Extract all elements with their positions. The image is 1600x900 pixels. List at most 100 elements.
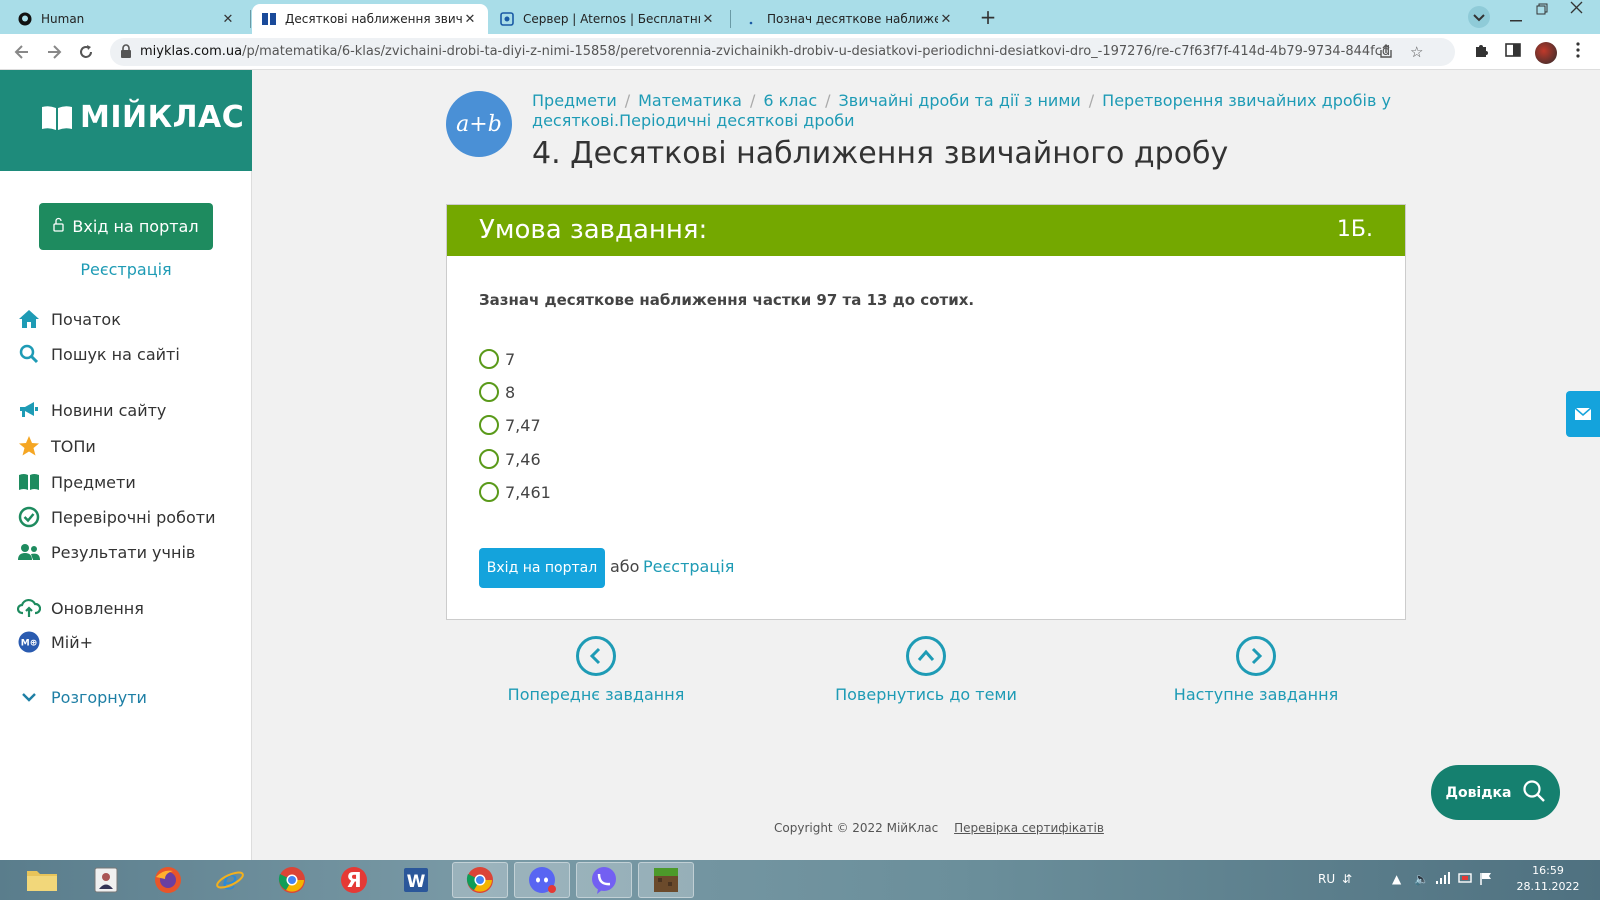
tab-search-icon[interactable] bbox=[1468, 6, 1490, 32]
task-points: 1Б. bbox=[1336, 217, 1373, 242]
bookmark-star-icon[interactable]: ☆ bbox=[1410, 43, 1423, 61]
chrome-active-icon[interactable] bbox=[452, 862, 508, 898]
answer-option[interactable]: 7 bbox=[479, 348, 515, 370]
sidebar-item-label: Пошук на сайті bbox=[51, 344, 180, 364]
close-icon[interactable]: ✕ bbox=[220, 12, 236, 27]
prev-task-button[interactable] bbox=[576, 636, 616, 676]
radio-button[interactable] bbox=[479, 349, 499, 369]
copyright-text: Copyright © 2022 МійКлас bbox=[774, 821, 939, 835]
user-app-icon[interactable] bbox=[78, 862, 134, 898]
close-window-icon[interactable] bbox=[1570, 1, 1583, 18]
prev-task-link[interactable]: Попереднє завдання bbox=[486, 685, 706, 704]
back-to-topic-link[interactable]: Повернутись до теми bbox=[816, 685, 1036, 704]
back-icon[interactable] bbox=[10, 40, 34, 64]
clock-time: 16:59 bbox=[1532, 864, 1564, 877]
close-icon[interactable]: ✕ bbox=[462, 12, 478, 27]
close-icon[interactable]: ✕ bbox=[938, 12, 954, 27]
sidebar-item-results[interactable]: Результати учнів bbox=[17, 540, 195, 564]
sidebar-item-news[interactable]: Новини сайту bbox=[17, 398, 166, 422]
sidebar-item-home[interactable]: Початок bbox=[17, 307, 121, 331]
breadcrumb-item[interactable]: 6 клас bbox=[763, 91, 817, 110]
sidebar-item-label: Оновлення bbox=[51, 598, 144, 618]
breadcrumb-item[interactable]: Математика bbox=[638, 91, 742, 110]
task-card: Умова завдання: 1Б. Зазнач десяткове наб… bbox=[446, 204, 1406, 620]
register-link-task[interactable]: Реєстрація bbox=[643, 557, 734, 576]
login-portal-button[interactable]: Вхід на портал bbox=[39, 203, 213, 250]
help-button[interactable]: Довідка bbox=[1431, 765, 1560, 820]
search-icon bbox=[17, 342, 41, 366]
radio-button[interactable] bbox=[479, 482, 499, 502]
url-field[interactable]: miyklas.com.ua/p/matematika/6-klas/zvich… bbox=[110, 38, 1455, 66]
internet-explorer-icon[interactable]: e bbox=[202, 862, 258, 898]
tab-aternos[interactable]: Сервер | Aternos | Бесплатный с ✕ bbox=[490, 4, 726, 34]
login-portal-button-task[interactable]: Вхід на портал bbox=[479, 548, 605, 588]
breadcrumb-item[interactable]: Предмети bbox=[532, 91, 617, 110]
minimize-icon[interactable] bbox=[1510, 10, 1522, 26]
yandex-browser-icon[interactable]: Я bbox=[326, 862, 382, 898]
book-icon bbox=[262, 12, 276, 26]
certificate-check-link[interactable]: Перевірка сертифікатів bbox=[954, 821, 1104, 835]
minecraft-icon[interactable] bbox=[638, 862, 694, 898]
radio-button[interactable] bbox=[479, 415, 499, 435]
back-to-topic-button[interactable] bbox=[906, 636, 946, 676]
chrome-icon[interactable] bbox=[264, 862, 320, 898]
sidebar-expand[interactable]: Розгорнути bbox=[17, 685, 147, 709]
discord-icon[interactable] bbox=[514, 862, 570, 898]
tab-active-lesson[interactable]: Десяткові наближення звичайн ✕ bbox=[252, 4, 488, 34]
file-explorer-icon[interactable] bbox=[14, 862, 70, 898]
answer-option[interactable]: 7,461 bbox=[479, 481, 551, 503]
sidebar-item-updates[interactable]: Оновлення bbox=[17, 596, 144, 620]
action-center-flag-icon[interactable] bbox=[1480, 872, 1492, 889]
kebab-menu-icon[interactable] bbox=[1568, 42, 1588, 62]
answer-option-label: 8 bbox=[505, 382, 516, 402]
home-icon bbox=[17, 307, 41, 331]
sidebar-item-miy-plus[interactable]: M⊕ Мій+ bbox=[17, 630, 93, 654]
answer-option[interactable]: 7,46 bbox=[479, 448, 541, 470]
answer-option-label: 7,47 bbox=[505, 415, 541, 435]
answer-option-label: 7,461 bbox=[505, 482, 551, 502]
sidebar: МІЙКЛАС Вхід на портал Реєстрація Почато… bbox=[0, 70, 252, 860]
aternos-icon bbox=[500, 12, 514, 26]
next-task-button[interactable] bbox=[1236, 636, 1276, 676]
answer-option-label: 7 bbox=[505, 349, 516, 369]
extensions-icon[interactable] bbox=[1471, 42, 1491, 62]
reload-icon[interactable] bbox=[74, 40, 98, 64]
os-taskbar: e Я W RU ⇵ ▲ 🔈 16:59 28.11.2022 bbox=[0, 860, 1600, 900]
volume-icon[interactable]: 🔈 bbox=[1414, 872, 1429, 886]
profile-avatar[interactable] bbox=[1535, 42, 1557, 64]
side-panel-icon[interactable] bbox=[1503, 42, 1523, 62]
radio-button[interactable] bbox=[479, 449, 499, 469]
sidebar-item-label: ТОПи bbox=[51, 436, 96, 456]
sidebar-item-subjects[interactable]: Предмети bbox=[17, 470, 136, 494]
register-link[interactable]: Реєстрація bbox=[0, 260, 252, 279]
language-indicator[interactable]: RU bbox=[1318, 872, 1335, 886]
tab-quiz[interactable]: Познач десяткове наближення ✕ bbox=[734, 4, 964, 34]
answer-option[interactable]: 7,47 bbox=[479, 414, 541, 436]
device-icon[interactable] bbox=[1458, 872, 1472, 887]
firefox-icon[interactable] bbox=[140, 862, 196, 898]
answer-option[interactable]: 8 bbox=[479, 381, 515, 403]
login-button-label: Вхід на портал bbox=[72, 217, 199, 236]
forward-icon[interactable] bbox=[42, 40, 66, 64]
tab-human[interactable]: Human ✕ bbox=[8, 4, 246, 34]
breadcrumb-item[interactable]: Звичайні дроби та дії з ними bbox=[839, 91, 1081, 110]
sidebar-item-label: Початок bbox=[51, 309, 121, 329]
viber-icon[interactable] bbox=[576, 862, 632, 898]
word-icon[interactable]: W bbox=[388, 862, 444, 898]
share-icon[interactable] bbox=[1378, 43, 1394, 63]
input-switch-icon[interactable]: ⇵ bbox=[1342, 872, 1352, 886]
sidebar-item-search[interactable]: Пошук на сайті bbox=[17, 342, 180, 366]
sidebar-item-tests[interactable]: Перевірочні роботи bbox=[17, 505, 215, 529]
radio-button[interactable] bbox=[479, 382, 499, 402]
logo-area[interactable]: МІЙКЛАС bbox=[0, 70, 252, 171]
next-task-link[interactable]: Наступне завдання bbox=[1146, 685, 1366, 704]
close-icon[interactable]: ✕ bbox=[700, 12, 716, 27]
site-logo[interactable]: МІЙКЛАС bbox=[40, 100, 244, 135]
system-clock[interactable]: 16:59 28.11.2022 bbox=[1510, 863, 1586, 895]
sidebar-item-tops[interactable]: ТОПи bbox=[17, 434, 96, 458]
feedback-mail-button[interactable] bbox=[1566, 391, 1600, 437]
new-tab-button[interactable]: + bbox=[975, 6, 1001, 30]
restore-icon[interactable] bbox=[1536, 3, 1548, 19]
network-icon[interactable] bbox=[1436, 872, 1450, 887]
tray-chevron-up-icon[interactable]: ▲ bbox=[1392, 872, 1401, 886]
